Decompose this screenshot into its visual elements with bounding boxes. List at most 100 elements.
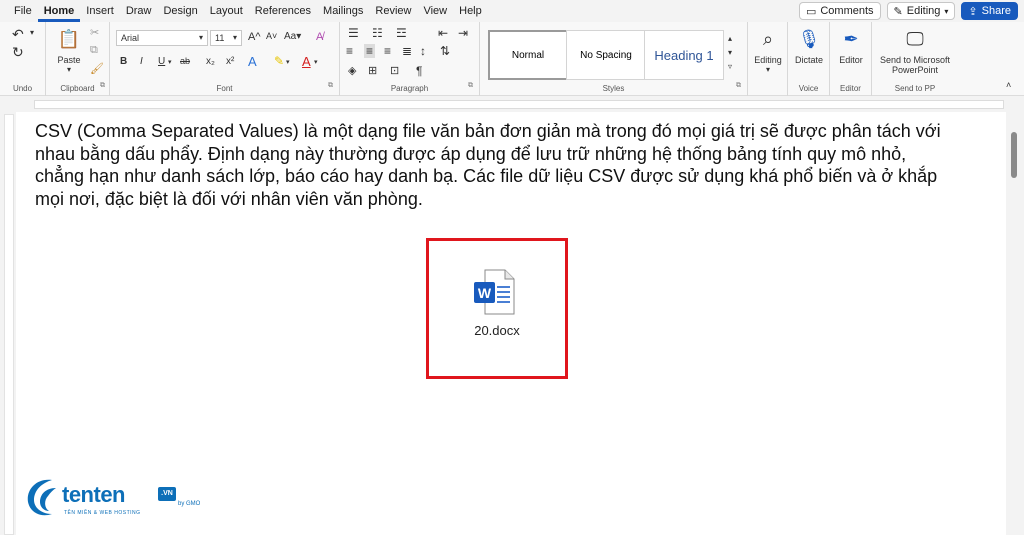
collapse-ribbon-icon[interactable]: ˄ (1006, 80, 1011, 90)
multilevel-list-icon[interactable]: ☲ (396, 26, 407, 40)
paragraph-group-label: Paragraph (390, 84, 429, 93)
word-document-icon: W (474, 269, 515, 315)
menu-references[interactable]: References (249, 0, 317, 22)
send-to-powerpoint-button[interactable]: 🖵 Send to Microsoft PowerPoint (874, 26, 956, 76)
comments-button[interactable]: ▭ Comments (798, 2, 881, 20)
dialog-launcher-icon[interactable]: ⧉ (736, 82, 741, 90)
numbering-icon[interactable]: ☷ (372, 26, 383, 40)
embedded-file-highlight[interactable]: W 20.docx (426, 238, 568, 379)
copy-icon[interactable]: ⧉ (90, 44, 98, 57)
editing-mode-button[interactable]: ✎ Editing ▾ (886, 2, 956, 20)
share-icon: ⇪ (968, 5, 978, 18)
highlight-icon[interactable]: ✎ (274, 54, 284, 68)
menu-bar: File Home Insert Draw Design Layout Refe… (0, 0, 1024, 22)
send-to-pp-group-label: Send to PP (894, 84, 936, 93)
menu-draw[interactable]: Draw (120, 0, 158, 22)
dictate-button[interactable]: 🎙 Dictate (790, 26, 828, 66)
editing-button[interactable]: ⌕ Editing ▾ (750, 26, 786, 75)
italic-button[interactable]: I (140, 56, 143, 67)
dialog-launcher-icon[interactable]: ⧉ (100, 82, 105, 90)
menu-home[interactable]: Home (37, 0, 81, 22)
font-color-icon[interactable]: A (302, 54, 311, 69)
document-paragraph[interactable]: CSV (Comma Separated Values) là một dạng… (35, 120, 955, 210)
borders-icon[interactable]: ⊞ (368, 64, 377, 77)
strikethrough-button[interactable]: ab (180, 56, 190, 66)
undo-icon[interactable]: ↶ (12, 26, 24, 43)
clipboard-group: 📋 Paste ▾ ✂ ⧉ 🖌 Clipboard ⧉ (46, 22, 110, 96)
style-normal[interactable]: Normal (488, 30, 568, 80)
shrink-font-button[interactable]: A˅ (266, 31, 277, 41)
dialog-launcher-icon[interactable]: ⧉ (328, 82, 333, 90)
scrollbar-thumb[interactable] (1011, 132, 1017, 178)
undo-group: ↶ ▾ ↻ Undo (0, 22, 46, 96)
chevron-down-icon: ▾ (198, 33, 203, 42)
align-right-icon[interactable]: ≡ (384, 44, 391, 58)
sort-icon[interactable]: ⇅ (440, 44, 450, 58)
menu-help[interactable]: Help (453, 0, 488, 22)
more-styles-icon[interactable]: ▿ (728, 62, 732, 71)
superscript-button[interactable]: x² (226, 56, 234, 67)
voice-group-label: Voice (798, 84, 819, 93)
editor-button[interactable]: ✒ Editor (832, 26, 870, 66)
shading-icon[interactable]: ◈ (348, 64, 356, 77)
share-button[interactable]: ⇪ Share (961, 2, 1018, 20)
align-center-icon[interactable]: ≡ (364, 44, 376, 58)
bullets-icon[interactable]: ☰ (348, 26, 359, 40)
cut-icon[interactable]: ✂ (90, 26, 99, 39)
editor-group-label: Editor (840, 84, 861, 93)
chevron-down-icon[interactable]: ▾ (168, 58, 172, 66)
editor-group: ✒ Editor Editor (830, 22, 872, 96)
chevron-down-icon[interactable]: ▾ (314, 58, 318, 66)
chevron-down-icon: ▾ (232, 33, 237, 42)
editor-pen-icon: ✒ (843, 28, 859, 49)
menu-view[interactable]: View (417, 0, 453, 22)
paste-button[interactable]: 📋 Paste ▾ (54, 26, 84, 75)
menu-layout[interactable]: Layout (204, 0, 249, 22)
vertical-scrollbar[interactable] (1006, 112, 1024, 535)
asian-layout-icon[interactable]: ⊡ (390, 64, 399, 77)
menu-mailings[interactable]: Mailings (317, 0, 369, 22)
show-formatting-icon[interactable]: ¶ (416, 64, 422, 78)
underline-button[interactable]: U (158, 56, 165, 67)
grow-font-button[interactable]: A ^ (248, 31, 261, 43)
menu-insert[interactable]: Insert (80, 0, 120, 22)
align-left-icon[interactable]: ≡ (346, 44, 353, 58)
style-heading-1[interactable]: Heading 1 (644, 30, 724, 80)
style-no-spacing[interactable]: No Spacing (566, 30, 646, 80)
subscript-button[interactable]: x₂ (206, 56, 215, 67)
redo-icon[interactable]: ↻ (12, 44, 24, 61)
styles-group: Normal No Spacing Heading 1 ▴ ▾ ▿ Styles… (480, 22, 748, 96)
document-page[interactable]: CSV (Comma Separated Values) là một dạng… (16, 112, 1006, 535)
font-name-dropdown[interactable]: Arial ▾ (116, 30, 208, 46)
chevron-down-icon[interactable]: ▾ (728, 48, 732, 57)
clear-formatting-icon[interactable]: A̸ (316, 31, 323, 43)
chevron-down-icon[interactable]: ▾ (286, 58, 290, 66)
menu-file[interactable]: File (8, 0, 38, 22)
font-size-dropdown[interactable]: 11 ▾ (210, 30, 242, 46)
chevron-down-icon[interactable]: ▾ (30, 28, 34, 37)
increase-indent-icon[interactable]: ⇥ (458, 26, 468, 40)
logo-brand-text: tenten (62, 482, 126, 507)
menu-design[interactable]: Design (157, 0, 203, 22)
ribbon: ↶ ▾ ↻ Undo 📋 Paste ▾ ✂ ⧉ 🖌 Clipboard ⧉ A… (0, 22, 1024, 96)
menu-review[interactable]: Review (369, 0, 417, 22)
logo-tagline: TÊN MIỀN & WEB HOSTING (64, 510, 141, 516)
decrease-indent-icon[interactable]: ⇤ (438, 26, 448, 40)
voice-group: 🎙 Dictate Voice (788, 22, 830, 96)
change-case-button[interactable]: Aa ▾ (284, 31, 301, 42)
paragraph-group: ☰ ☷ ☲ ⇤ ⇥ ≡ ≡ ≡ ≣ ↕ ⇅ ◈ ⊞ ⊡ ¶ Paragraph … (340, 22, 480, 96)
chevron-down-icon: ▾ (765, 65, 770, 74)
bold-button[interactable]: B (120, 56, 127, 67)
horizontal-ruler (0, 97, 1024, 111)
format-painter-icon[interactable]: 🖌 (90, 62, 104, 75)
chevron-up-icon[interactable]: ▴ (728, 34, 732, 43)
logo-tld-badge: .VN (158, 487, 176, 501)
vertical-ruler (4, 114, 14, 535)
ruler-bar (34, 100, 1004, 109)
dialog-launcher-icon[interactable]: ⧉ (468, 82, 473, 90)
text-effects-icon[interactable]: A (248, 54, 257, 69)
font-group: Arial ▾ 11 ▾ A ^ A˅ Aa ▾ A̸ B I U ▾ ab x₂ … (110, 22, 340, 96)
justify-icon[interactable]: ≣ (402, 44, 412, 58)
line-spacing-icon[interactable]: ↕ (420, 44, 426, 58)
menu-right-actions: ▭ Comments ✎ Editing ▾ ⇪ Share (798, 2, 1018, 20)
